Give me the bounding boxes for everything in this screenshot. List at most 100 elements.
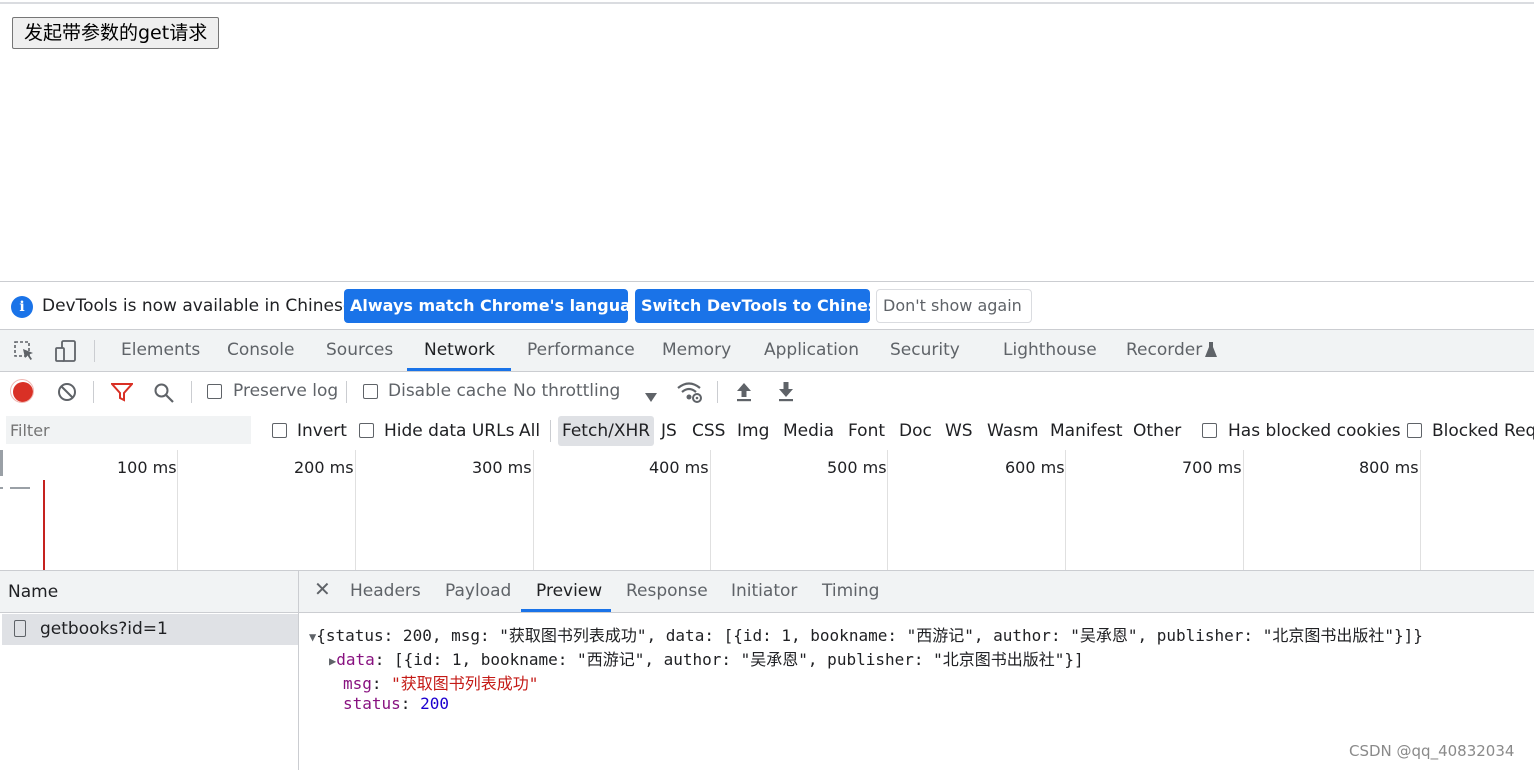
send-get-request-button[interactable]: 发起带参数的get请求 bbox=[12, 17, 220, 49]
tab-memory[interactable]: Memory bbox=[662, 330, 731, 371]
preview-status-line: status: 200 bbox=[343, 694, 449, 713]
filter-input[interactable] bbox=[6, 416, 251, 444]
clear-icon[interactable] bbox=[57, 382, 77, 402]
record-icon[interactable] bbox=[10, 379, 34, 403]
grid-line bbox=[1065, 450, 1066, 570]
grid-line bbox=[177, 450, 178, 570]
preview-root-line[interactable]: ▼{status: 200, msg: "获取图书列表成功", data: [{… bbox=[309, 622, 1423, 646]
detail-tab-bar: ✕ Headers Payload Preview Response Initi… bbox=[299, 571, 1534, 613]
close-icon[interactable]: ✕ bbox=[314, 577, 331, 601]
watermark: CSDN @qq_40832034 bbox=[1349, 742, 1515, 760]
tab-headers[interactable]: Headers bbox=[350, 571, 421, 612]
timeline-tick: 200 ms bbox=[294, 458, 354, 477]
experiment-flask-icon bbox=[1205, 342, 1217, 358]
preview-data-line[interactable]: ▶data: [{id: 1, bookname: "西游记", author:… bbox=[329, 646, 1084, 670]
devtools-tab-bar: Elements Console Sources Network Perform… bbox=[0, 330, 1534, 372]
status-value: 200 bbox=[420, 694, 449, 713]
network-conditions-icon[interactable] bbox=[676, 380, 704, 404]
name-column-header[interactable]: Name bbox=[0, 571, 298, 613]
tab-timing[interactable]: Timing bbox=[822, 571, 879, 612]
dropdown-arrow-icon[interactable] bbox=[645, 388, 657, 402]
divider bbox=[346, 381, 347, 403]
devtools-panel: i DevTools is now available in Chinese! … bbox=[0, 281, 1534, 770]
filter-icon[interactable] bbox=[109, 382, 135, 402]
filter-type-font[interactable]: Font bbox=[848, 412, 885, 450]
tab-recorder[interactable]: Recorder bbox=[1126, 330, 1202, 371]
timeline-tick: 400 ms bbox=[649, 458, 709, 477]
divider bbox=[550, 420, 551, 442]
throttling-select[interactable]: No throttling bbox=[513, 381, 620, 401]
language-infobar: i DevTools is now available in Chinese! … bbox=[0, 282, 1534, 330]
timeline-tick: 800 ms bbox=[1359, 458, 1419, 477]
filter-type-fetch-xhr[interactable]: Fetch/XHR bbox=[558, 416, 655, 446]
network-toolbar: Preserve log Disable cache No throttling bbox=[0, 372, 1534, 413]
page-top-border bbox=[0, 2, 1534, 4]
device-toolbar-icon[interactable] bbox=[54, 339, 78, 363]
request-detail-pane: ✕ Headers Payload Preview Response Initi… bbox=[299, 571, 1534, 770]
filter-type-media[interactable]: Media bbox=[783, 412, 834, 450]
msg-key: msg bbox=[343, 674, 372, 693]
tab-payload[interactable]: Payload bbox=[445, 571, 511, 612]
always-match-language-button[interactable]: Always match Chrome's language bbox=[344, 289, 653, 323]
tab-initiator[interactable]: Initiator bbox=[731, 571, 797, 612]
filter-type-wasm[interactable]: Wasm bbox=[987, 412, 1039, 450]
hide-data-urls-label: Hide data URLs bbox=[384, 421, 515, 441]
filter-type-js[interactable]: JS bbox=[661, 412, 677, 450]
dont-show-again-button[interactable]: Don't show again bbox=[876, 289, 1032, 323]
switch-to-chinese-button[interactable]: Switch DevTools to Chinese bbox=[635, 289, 888, 323]
disable-cache-checkbox[interactable] bbox=[363, 384, 378, 399]
request-bar bbox=[10, 487, 30, 489]
filter-bar: Invert Hide data URLs All Fetch/XHR JS C… bbox=[0, 412, 1534, 451]
request-name: getbooks?id=1 bbox=[40, 619, 168, 639]
timeline-tick: 500 ms bbox=[827, 458, 887, 477]
tab-elements[interactable]: Elements bbox=[121, 330, 200, 371]
tab-console[interactable]: Console bbox=[227, 330, 295, 371]
blocked-requests-label: Blocked Requ bbox=[1432, 421, 1534, 441]
overview-handle[interactable] bbox=[0, 450, 3, 476]
filter-type-css[interactable]: CSS bbox=[692, 412, 725, 450]
grid-line bbox=[1243, 450, 1244, 570]
divider bbox=[191, 381, 192, 403]
request-row[interactable]: getbooks?id=1 bbox=[2, 614, 298, 645]
export-har-icon[interactable] bbox=[777, 381, 795, 403]
request-bar bbox=[0, 487, 3, 489]
preview-summary: {status: 200, msg: "获取图书列表成功", data: [{i… bbox=[316, 626, 1423, 645]
tab-network[interactable]: Network bbox=[424, 330, 495, 371]
divider bbox=[93, 381, 94, 403]
tab-response[interactable]: Response bbox=[626, 571, 708, 612]
filter-type-other[interactable]: Other bbox=[1133, 412, 1181, 450]
tab-sources[interactable]: Sources bbox=[326, 330, 393, 371]
inspect-element-icon[interactable] bbox=[14, 341, 36, 361]
divider bbox=[717, 381, 718, 403]
filter-type-doc[interactable]: Doc bbox=[899, 412, 932, 450]
blocked-requests-checkbox[interactable] bbox=[1407, 423, 1422, 438]
import-har-icon[interactable] bbox=[735, 381, 753, 403]
data-key: data bbox=[336, 650, 375, 669]
active-detail-tab-indicator bbox=[521, 609, 611, 612]
timeline-overview[interactable]: 100 ms 200 ms 300 ms 400 ms 500 ms 600 m… bbox=[0, 450, 1534, 571]
tab-lighthouse[interactable]: Lighthouse bbox=[1003, 330, 1097, 371]
data-value: [{id: 1, bookname: "西游记", author: "吴承恩",… bbox=[394, 650, 1084, 669]
preview-msg-line: msg: "获取图书列表成功" bbox=[343, 674, 539, 693]
has-blocked-cookies-label: Has blocked cookies bbox=[1228, 421, 1401, 441]
search-icon[interactable] bbox=[153, 382, 175, 404]
document-icon bbox=[14, 620, 26, 637]
has-blocked-cookies-checkbox[interactable] bbox=[1202, 423, 1217, 438]
grid-line bbox=[1420, 450, 1421, 570]
filter-type-all[interactable]: All bbox=[519, 412, 540, 450]
tab-preview[interactable]: Preview bbox=[536, 571, 602, 612]
invert-checkbox[interactable] bbox=[272, 423, 287, 438]
tab-application[interactable]: Application bbox=[764, 330, 859, 371]
filter-type-img[interactable]: Img bbox=[737, 412, 769, 450]
preserve-log-label: Preserve log bbox=[233, 381, 339, 401]
status-key: status bbox=[343, 694, 401, 713]
tab-performance[interactable]: Performance bbox=[527, 330, 635, 371]
tab-security[interactable]: Security bbox=[890, 330, 960, 371]
load-event-marker bbox=[43, 480, 45, 570]
filter-type-ws[interactable]: WS bbox=[945, 412, 973, 450]
preserve-log-checkbox[interactable] bbox=[207, 384, 222, 399]
grid-line bbox=[355, 450, 356, 570]
filter-type-manifest[interactable]: Manifest bbox=[1050, 412, 1123, 450]
hide-data-urls-checkbox[interactable] bbox=[359, 423, 374, 438]
msg-value: "获取图书列表成功" bbox=[391, 674, 539, 693]
